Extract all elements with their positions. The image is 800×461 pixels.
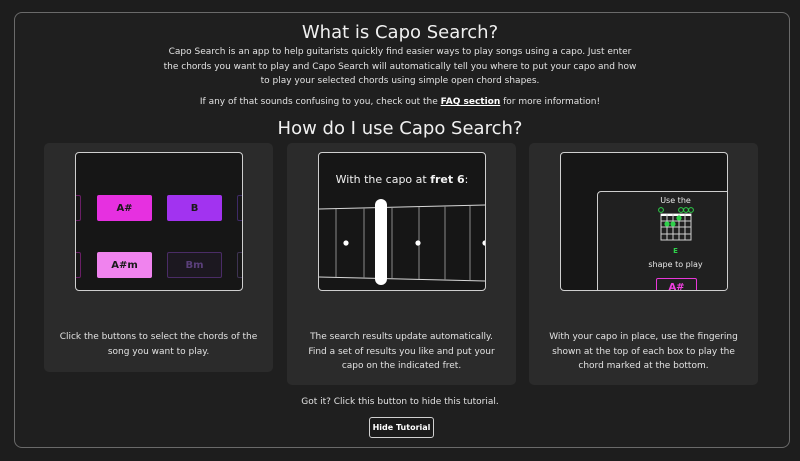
fret-marker (415, 240, 421, 246)
faq-line: If any of that sounds confusing to you, … (0, 97, 800, 107)
faq-link[interactable]: FAQ section (441, 97, 501, 107)
hide-tutorial-button[interactable]: Hide Tutorial (369, 417, 434, 438)
finger-dot (664, 221, 670, 227)
section-subtitle: How do I use Capo Search? (277, 118, 523, 139)
finger-dot (670, 221, 676, 227)
chord-button-b-minor[interactable]: Bm (167, 252, 222, 278)
step-3-description: With your capo in place, use the fingeri… (549, 332, 738, 371)
capo-bar (375, 199, 387, 285)
fretboard-preview: With the capo at fret 6: (318, 152, 486, 291)
shape-name: E (673, 247, 678, 255)
step-card-capo-position: With the capo at fret 6: The search resu… (287, 143, 516, 385)
chord-button-a-sharp[interactable]: A# (97, 195, 152, 221)
shape-to-play-label: shape to play (648, 260, 703, 269)
intro-text: Capo Search is an app to help guitarists… (163, 47, 637, 86)
fretboard-diagram (319, 199, 485, 285)
fretboard-edge (319, 276, 485, 282)
fret-marker (343, 240, 349, 246)
fretboard-edge (319, 204, 485, 210)
result-chord-label: A# (656, 278, 697, 290)
chord-buttons-preview: A# B A#m Bm (75, 152, 243, 291)
open-string-marker (678, 207, 684, 213)
open-string-marker (683, 207, 689, 213)
chord-button-a-sharp-minor[interactable]: A#m (97, 252, 152, 278)
faq-prefix: If any of that sounds confusing to you, … (199, 97, 441, 107)
result-box: Use the E shape to play A# (597, 191, 727, 290)
step-card-play-shape: Use the E shape to play A# With your cap… (529, 143, 758, 385)
chord-diagram (658, 207, 694, 241)
step-2-description: The search results update automatically.… (308, 332, 495, 371)
chord-button-partial (76, 195, 81, 221)
open-string-marker (688, 207, 694, 213)
chord-button-partial (237, 195, 242, 221)
step-1-description: Click the buttons to select the chords o… (59, 332, 258, 357)
finger-dot (676, 215, 682, 221)
hide-tutorial-hint: Got it? Click this button to hide this t… (301, 397, 499, 407)
fret-marker (482, 240, 485, 246)
use-the-label: Use the (660, 196, 691, 205)
page-title: What is Capo Search? (301, 22, 499, 43)
chord-button-partial (237, 252, 242, 278)
chord-button-b[interactable]: B (167, 195, 222, 221)
result-preview: Use the E shape to play A# (560, 152, 728, 291)
chord-button-partial (76, 252, 81, 278)
open-string-marker (658, 207, 664, 213)
step-card-select-chords: A# B A#m Bm Click the buttons to select … (44, 143, 273, 372)
faq-suffix: for more information! (500, 97, 601, 107)
